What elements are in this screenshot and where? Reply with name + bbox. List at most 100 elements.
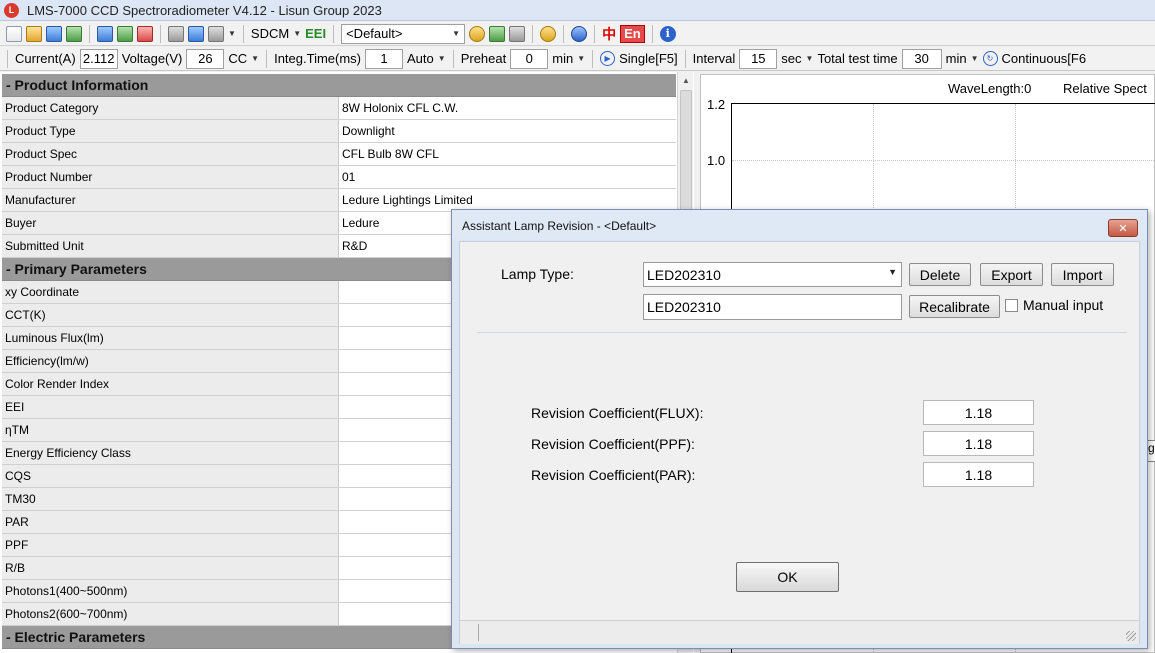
preview-icon[interactable] [188,25,204,42]
export-button[interactable]: Export [980,263,1043,286]
current-input[interactable]: 2.112 [79,48,118,69]
lamp-type-select[interactable]: LED202310 ▼ [643,262,902,287]
row-value[interactable]: Ledure Lightings Limited [339,189,676,211]
row-label: Photons1(400~500nm) [2,580,339,602]
chart-title: Relative Spect [1063,81,1147,96]
eei-button[interactable]: EEI [305,26,326,41]
help-icon[interactable] [571,25,588,42]
section-product-information[interactable]: - Product Information [2,74,676,97]
toolbar-divider [684,49,686,68]
single-test-button[interactable]: Single[F5] [619,51,678,66]
row-label: EEI [2,396,339,418]
coefficient-par-label: Revision Coefficient(PAR): [531,467,696,483]
interval-input[interactable]: 15 [739,48,778,69]
preheat-input[interactable]: 0 [510,48,549,69]
sdcm-dropdown[interactable]: SDCM ▼ [251,26,301,41]
main-toolbar: ▼ SDCM ▼ EEI <Default> ▼ 中 En i [0,22,1155,46]
dialog-title-bar[interactable]: Assistant Lamp Revision - <Default> ✕ [452,210,1147,240]
new-file-icon[interactable] [6,25,22,42]
continuous-test-button[interactable]: Continuous[F6 [1002,51,1087,66]
coefficient-flux-input[interactable]: 1.18 [923,400,1034,425]
dialog-status-bar [460,620,1139,644]
gear-icon[interactable] [469,25,486,42]
row-label: Photons2(600~700nm) [2,603,339,625]
coefficient-par-input[interactable]: 1.18 [923,462,1034,487]
lisun-logo-icon: L [4,2,19,18]
export-excel-icon[interactable] [66,25,82,42]
lamp-type-value: LED202310 [647,266,721,283]
total-test-time-input[interactable]: 30 [901,48,942,69]
row-label: ηTM [2,419,339,441]
row-value[interactable]: 01 [339,166,676,188]
dialog-body: Lamp Type: LED202310 ▼ Delete Export Imp… [459,241,1140,644]
profile-select[interactable]: <Default> ▼ [341,23,466,44]
row-label: TM30 [2,488,339,510]
save-icon[interactable] [46,25,62,42]
settings-tools-icon[interactable] [168,25,184,42]
wavelength-readout: WaveLength:0 [948,81,1032,96]
table-row: Product Spec CFL Bulb 8W CFL [2,143,676,166]
scroll-up-icon[interactable]: ▲ [678,72,694,88]
status-divider [478,624,479,641]
print-icon[interactable] [208,25,224,42]
total-unit-dropdown[interactable]: min ▼ [946,51,979,66]
row-label: Product Number [2,166,339,188]
row-label: CQS [2,465,339,487]
row-label: Buyer [2,212,339,234]
mode-dropdown[interactable]: CC ▼ [228,51,259,66]
row-value[interactable]: 8W Holonix CFL C.W. [339,97,676,119]
measurement-toolbar: Current(A) 2.112 Voltage(V) 26 CC ▼ Inte… [0,47,1155,71]
toolbar-divider [592,49,594,68]
lamp-type-label: Lamp Type: [501,266,574,282]
partial-edge-text: g [1148,441,1155,455]
voltage-label: Voltage(V) [121,51,183,66]
recalibrate-button[interactable]: Recalibrate [909,295,1000,318]
row-value[interactable]: CFL Bulb 8W CFL [339,143,676,165]
row-label: Color Render Index [2,373,339,395]
toolbar-divider [532,24,534,43]
language-english-button[interactable]: En [620,24,645,43]
lightbulb-icon[interactable] [540,25,557,42]
info-icon[interactable]: i [659,25,676,42]
lamp-name-value: LED202310 [647,299,721,315]
interval-unit-dropdown[interactable]: sec ▼ [781,51,813,66]
report-icon[interactable] [117,25,133,42]
import-button[interactable]: Import [1051,263,1114,286]
open-folder-icon[interactable] [26,25,42,42]
integ-time-input[interactable]: 1 [365,48,404,69]
preheat-label: Preheat [460,51,507,66]
toolbar-divider [594,24,596,43]
ok-button[interactable]: OK [736,562,839,592]
table-icon[interactable] [97,25,113,42]
voltage-input[interactable]: 26 [186,48,225,69]
preheat-unit-dropdown[interactable]: min ▼ [552,51,585,66]
coefficient-ppf-input[interactable]: 1.18 [923,431,1034,456]
play-icon[interactable]: ▶ [600,51,616,66]
calibration-icon[interactable] [489,25,506,42]
manual-input-checkbox[interactable] [1005,299,1018,312]
row-label: CCT(K) [2,304,339,326]
partial-window-edge: g [1148,440,1155,462]
refresh-icon[interactable] [509,25,526,42]
delete-button[interactable]: Delete [909,263,971,286]
chevron-down-icon: ▼ [251,54,260,63]
toolbar-divider [7,49,8,68]
toolbar-divider [242,24,244,43]
delete-data-icon[interactable] [137,25,153,42]
chevron-down-icon: ▼ [888,267,897,277]
chevron-down-icon: ▼ [452,29,461,38]
row-value[interactable]: Downlight [339,120,676,142]
table-row: Product Category 8W Holonix CFL C.W. [2,97,676,120]
toolbar-divider [333,24,335,43]
auto-dropdown[interactable]: Auto ▼ [407,51,446,66]
continuous-icon[interactable]: ↻ [982,51,998,66]
print-dropdown-icon[interactable]: ▼ [228,29,236,38]
window-title: LMS-7000 CCD Spectroradiometer V4.12 - L… [27,2,382,18]
lamp-name-input[interactable]: LED202310 [643,294,902,320]
total-test-time-label: Total test time [817,51,898,66]
resize-grip-icon[interactable] [1126,631,1136,641]
profile-value: <Default> [346,26,403,41]
language-chinese-button[interactable]: 中 [602,24,616,44]
toolbar-divider [160,24,161,43]
close-icon[interactable]: ✕ [1108,219,1138,237]
